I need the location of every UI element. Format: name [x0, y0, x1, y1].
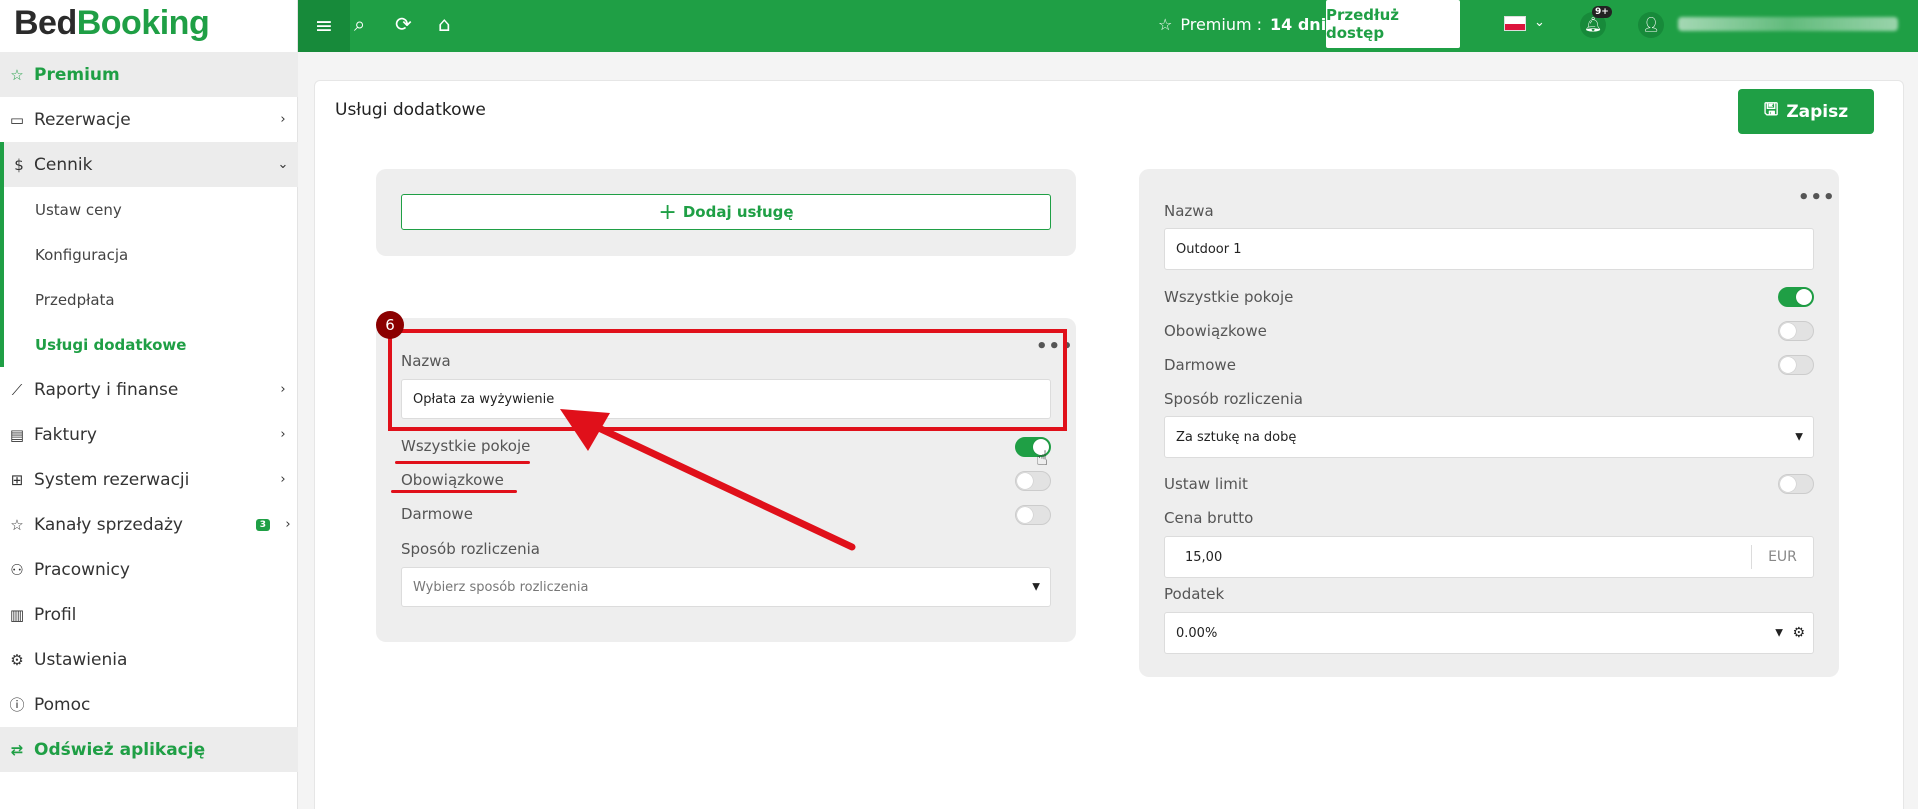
- all-rooms-label: Wszystkie pokoje: [1164, 288, 1294, 306]
- free-label: Darmowe: [401, 505, 473, 523]
- home-icon[interactable]: ⌂: [438, 12, 451, 36]
- free-label: Darmowe: [1164, 356, 1236, 374]
- app-logo[interactable]: BedBooking: [14, 4, 210, 43]
- hamburger-menu-icon[interactable]: ≡: [298, 0, 350, 52]
- more-options-icon[interactable]: •••: [1798, 187, 1836, 208]
- hand-cursor-icon: ☝: [1036, 446, 1049, 470]
- chevron-down-icon: ⌄: [277, 157, 289, 172]
- star-icon: ☆: [10, 515, 24, 534]
- all-rooms-toggle[interactable]: [1778, 287, 1814, 307]
- sidebar-sub-ustaw-ceny[interactable]: Ustaw ceny: [0, 187, 298, 232]
- annotation-step-marker: 6: [376, 311, 404, 339]
- premium-status: ☆ Premium : 14 dni: [1158, 15, 1327, 34]
- chevron-down-icon[interactable]: ⌄: [1534, 15, 1545, 30]
- annotation-underline: [395, 461, 530, 464]
- limit-label: Ustaw limit: [1164, 475, 1248, 493]
- sidebar-item-cennik[interactable]: $ Cennik ⌄: [0, 142, 298, 187]
- topbar: ≡ ⌕ ⟳ ⌂ ☆ Premium : 14 dni Przedłuż dost…: [298, 0, 1918, 52]
- annotation-arrow: [560, 409, 856, 551]
- sidebar-item-raporty[interactable]: ⟋ Raporty i finanse ›: [0, 367, 298, 412]
- star-icon: ☆: [1158, 15, 1173, 34]
- mandatory-label: Obowiązkowe: [401, 471, 504, 489]
- sidebar-item-faktury[interactable]: ▤ Faktury ›: [0, 412, 298, 457]
- billing-label: Sposób rozliczenia: [1164, 390, 1303, 408]
- sidebar-item-rezerwacje[interactable]: ▭ Rezerwacje ›: [0, 97, 298, 142]
- sidebar-item-premium[interactable]: ☆ Premium: [0, 52, 298, 97]
- mandatory-toggle[interactable]: [1778, 321, 1814, 341]
- user-plus-icon: ⚇: [10, 560, 24, 579]
- free-toggle[interactable]: [1015, 505, 1051, 525]
- name-input[interactable]: Outdoor 1: [1164, 228, 1814, 270]
- info-icon: ⓘ: [9, 696, 25, 714]
- user-name-redacted[interactable]: [1678, 17, 1898, 31]
- sidebar-sub-uslugi-dodatkowe[interactable]: Usługi dodatkowe: [0, 322, 298, 367]
- sidebar-item-pomoc[interactable]: ⓘ Pomoc: [0, 682, 298, 727]
- building-icon: ▥: [9, 605, 25, 624]
- search-icon[interactable]: ⌕: [354, 12, 365, 36]
- billing-label: Sposób rozliczenia: [401, 540, 540, 558]
- refresh-icon[interactable]: ⟳: [395, 12, 412, 36]
- chevron-right-icon: ›: [280, 427, 286, 442]
- billing-select[interactable]: Za sztukę na dobę ▼: [1164, 416, 1814, 458]
- floppy-disk-icon: 🖫: [1763, 100, 1779, 120]
- all-rooms-label: Wszystkie pokoje: [401, 437, 531, 455]
- free-toggle[interactable]: [1778, 355, 1814, 375]
- sidebar-item-system-rezerwacji[interactable]: ⊞ System rezerwacji ›: [0, 457, 298, 502]
- star-icon: ☆: [10, 65, 24, 84]
- sidebar: BedBooking ☆ Premium ▭ Rezerwacje › $ Ce…: [0, 0, 298, 809]
- chevron-right-icon: ›: [280, 472, 286, 487]
- sidebar-sub-przedplata[interactable]: Przedpłata: [0, 277, 298, 322]
- billing-select[interactable]: Wybierz sposób rozliczenia ▼: [401, 567, 1051, 607]
- name-label: Nazwa: [1164, 202, 1214, 220]
- gear-icon: ⚙: [10, 650, 24, 669]
- extend-access-button[interactable]: Przedłuż dostęp: [1326, 0, 1460, 48]
- invoice-icon: ▤: [9, 425, 25, 444]
- sidebar-item-refresh[interactable]: ⇄ Odśwież aplikację: [0, 727, 298, 772]
- price-input[interactable]: 15,00 EUR: [1164, 536, 1814, 578]
- gear-icon[interactable]: ⚙: [1792, 625, 1805, 641]
- add-service-button[interactable]: + Dodaj usługę: [401, 194, 1051, 230]
- chart-icon: ⟋: [11, 380, 23, 399]
- plus-icon: +: [658, 199, 677, 225]
- page-title: Usługi dodatkowe: [335, 100, 486, 120]
- sidebar-item-pracownicy[interactable]: ⚇ Pracownicy: [0, 547, 298, 592]
- notification-badge: 9+: [1592, 6, 1612, 18]
- chevron-right-icon: ›: [285, 517, 291, 532]
- user-icon[interactable]: 👤︎: [1638, 12, 1664, 38]
- price-label: Cena brutto: [1164, 509, 1254, 527]
- sidebar-item-profil[interactable]: ▥ Profil: [0, 592, 298, 637]
- grid-icon: ⊞: [10, 470, 24, 489]
- limit-toggle[interactable]: [1778, 474, 1814, 494]
- mandatory-toggle[interactable]: [1015, 471, 1051, 491]
- mandatory-label: Obowiązkowe: [1164, 322, 1267, 340]
- dropdown-arrow-icon: ▼: [1032, 581, 1040, 593]
- sidebar-sub-konfiguracja[interactable]: Konfiguracja: [0, 232, 298, 277]
- count-badge: 3: [255, 518, 270, 531]
- chevron-right-icon: ›: [280, 112, 286, 127]
- tax-label: Podatek: [1164, 585, 1225, 603]
- annotation-underline: [391, 490, 517, 493]
- tax-select[interactable]: 0.00% ▼ ⚙: [1164, 612, 1814, 654]
- dollar-icon: $: [14, 155, 24, 174]
- sidebar-item-kanaly-sprzedazy[interactable]: ☆ Kanały sprzedaży 3 ›: [0, 502, 298, 547]
- chevron-right-icon: ›: [280, 382, 286, 397]
- save-button[interactable]: 🖫 Zapisz: [1738, 89, 1874, 134]
- language-flag-icon[interactable]: [1504, 16, 1526, 31]
- dropdown-arrow-icon: ▼: [1795, 431, 1803, 443]
- calendar-icon: ▭: [9, 110, 25, 129]
- sidebar-item-ustawienia[interactable]: ⚙ Ustawienia: [0, 637, 298, 682]
- refresh-icon: ⇄: [10, 740, 24, 759]
- dropdown-arrow-icon: ▼: [1775, 627, 1783, 639]
- currency-label: EUR: [1751, 545, 1813, 569]
